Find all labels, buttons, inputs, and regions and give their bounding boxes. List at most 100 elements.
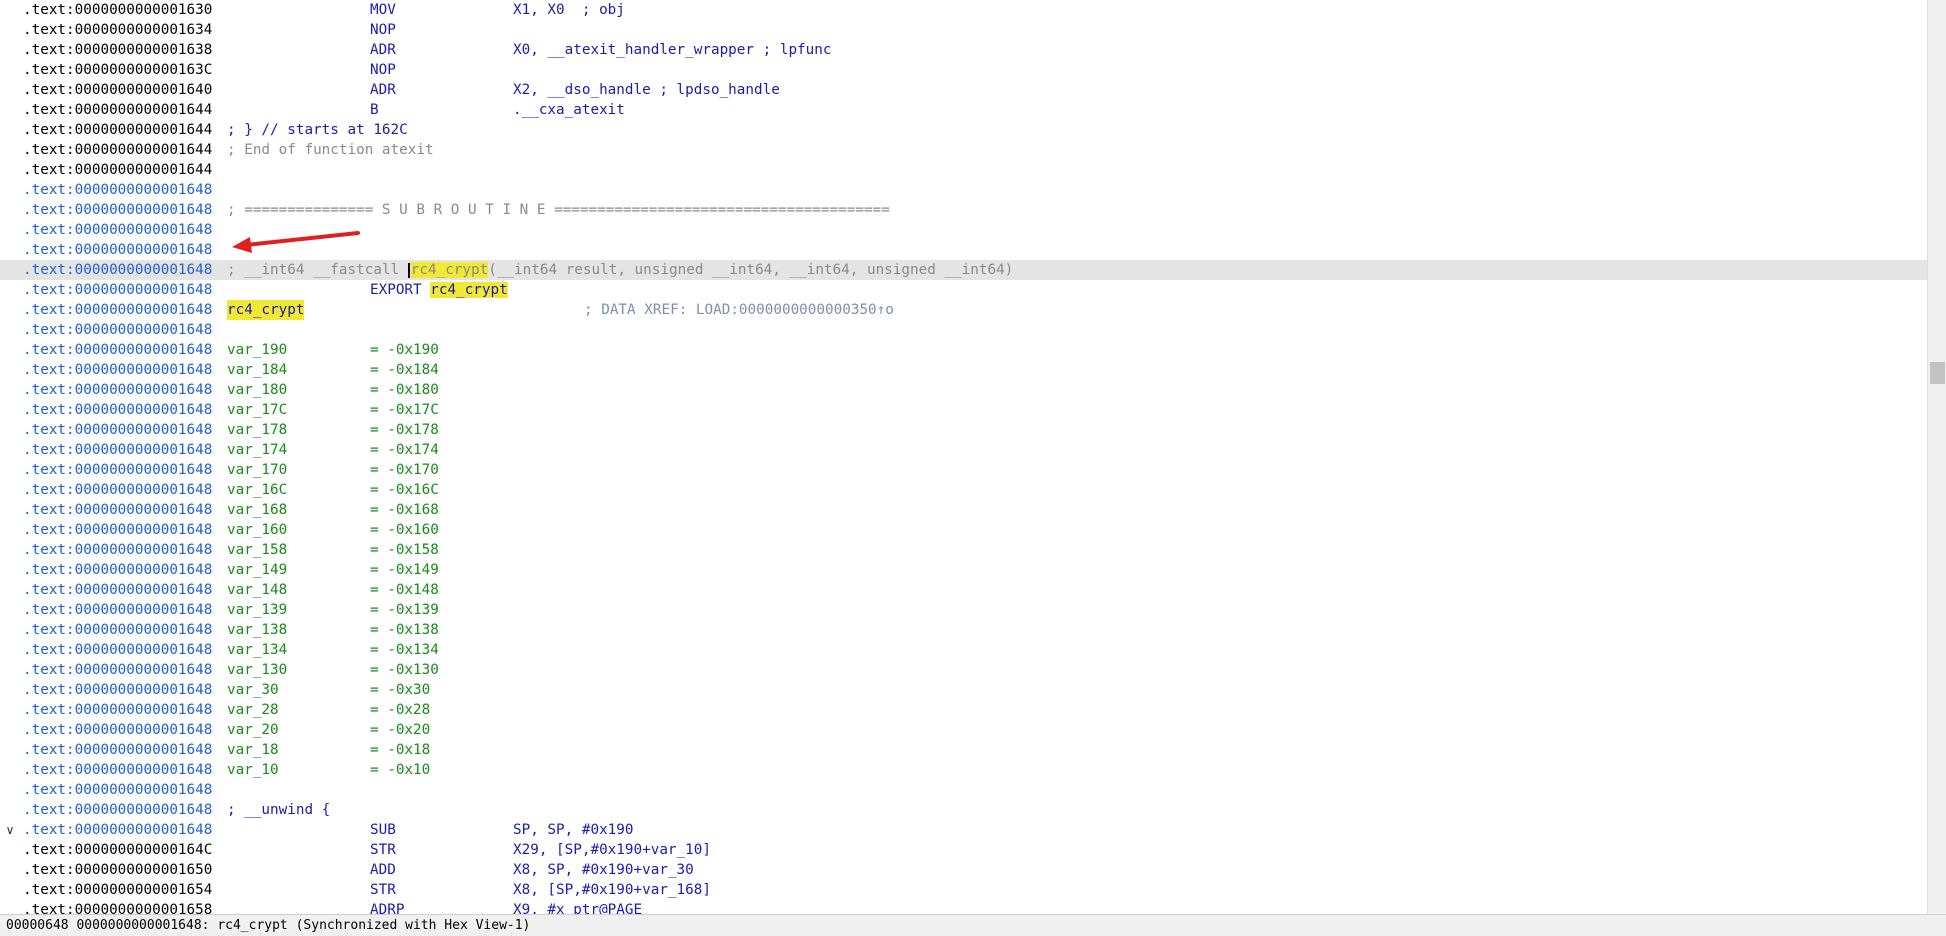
line-address[interactable]: .text:0000000000001648 xyxy=(23,340,212,360)
line-address[interactable]: .text:0000000000001650 xyxy=(23,860,212,880)
vertical-scrollbar[interactable] xyxy=(1927,0,1946,914)
disasm-line[interactable]: .text:0000000000001648 var_149 = -0x149 xyxy=(0,560,1927,580)
line-address[interactable]: .text:0000000000001648 xyxy=(23,800,212,820)
disasm-line[interactable]: .text:0000000000001648 var_178 = -0x178 xyxy=(0,420,1927,440)
disasm-line[interactable]: .text:0000000000001648 var_18 = -0x18 xyxy=(0,740,1927,760)
line-address[interactable]: .text:0000000000001648 xyxy=(23,700,212,720)
instruction-mnemonic[interactable]: ADR xyxy=(370,40,396,60)
disasm-line[interactable]: .text:0000000000001648 var_174 = -0x174 xyxy=(0,440,1927,460)
stack-variable-name[interactable]: var_180 xyxy=(227,380,287,400)
disasm-line[interactable]: .text:0000000000001648 ; __unwind { xyxy=(0,800,1927,820)
disasm-line[interactable]: .text:0000000000001644 xyxy=(0,160,1927,180)
line-address[interactable]: .text:0000000000001648 xyxy=(23,540,212,560)
line-address[interactable]: .text:0000000000001648 xyxy=(23,380,212,400)
disasm-line[interactable]: .text:0000000000001650 ADD X8, SP, #0x190+… xyxy=(0,860,1927,880)
stack-variable-name[interactable]: var_10 xyxy=(227,760,279,780)
line-address[interactable]: .text:0000000000001648 xyxy=(23,560,212,580)
instruction-operands[interactable]: .__cxa_atexit xyxy=(513,100,625,120)
disasm-line[interactable]: .text:0000000000001648 var_160 = -0x160 xyxy=(0,520,1927,540)
line-address[interactable]: .text:0000000000001648 xyxy=(23,360,212,380)
line-address[interactable]: .text:0000000000001640 xyxy=(23,80,212,100)
line-address[interactable]: .text:000000000000164C xyxy=(23,840,212,860)
line-address[interactable]: .text:0000000000001648 xyxy=(23,780,212,800)
instruction-mnemonic[interactable]: NOP xyxy=(370,60,396,80)
stack-variable-name[interactable]: var_134 xyxy=(227,640,287,660)
disasm-line[interactable]: .text:0000000000001648 var_190 = -0x190 xyxy=(0,340,1927,360)
line-address[interactable]: .text:0000000000001644 xyxy=(23,100,212,120)
line-address[interactable]: .text:0000000000001648 xyxy=(23,620,212,640)
disasm-line[interactable]: .text:0000000000001648 var_17C = -0x17C xyxy=(0,400,1927,420)
disasm-line[interactable]: .text:0000000000001648 var_168 = -0x168 xyxy=(0,500,1927,520)
instruction-mnemonic[interactable]: SUB xyxy=(370,820,396,840)
stack-variable-name[interactable]: var_149 xyxy=(227,560,287,580)
disasm-line[interactable]: .text:0000000000001634 NOP xyxy=(0,20,1927,40)
disasm-line[interactable]: .text:0000000000001644 ; End of function … xyxy=(0,140,1927,160)
data-xref-comment[interactable]: ; DATA XREF: LOAD:0000000000000350↑o xyxy=(584,300,894,320)
instruction-mnemonic[interactable]: STR xyxy=(370,880,396,900)
disasm-line[interactable]: .text:0000000000001630 MOV X1, X0 ; obj xyxy=(0,0,1927,20)
disasm-line[interactable]: .text:0000000000001648 ; =============== … xyxy=(0,200,1927,220)
disasm-line[interactable]: .text:000000000000164C STR X29, [SP,#0x190… xyxy=(0,840,1927,860)
line-address[interactable]: .text:0000000000001648 xyxy=(23,820,212,840)
line-address[interactable]: .text:0000000000001648 xyxy=(23,580,212,600)
instruction-operands[interactable]: X29, [SP,#0x190+var_10] xyxy=(513,840,711,860)
stack-variable-name[interactable]: var_139 xyxy=(227,600,287,620)
line-address[interactable]: .text:0000000000001644 xyxy=(23,140,212,160)
disasm-line[interactable]: .text:0000000000001648 var_180 = -0x180 xyxy=(0,380,1927,400)
stack-variable-name[interactable]: var_170 xyxy=(227,460,287,480)
line-address[interactable]: .text:0000000000001648 xyxy=(23,600,212,620)
line-address[interactable]: .text:0000000000001644 xyxy=(23,160,212,180)
collapse-chevron-icon[interactable]: ∨ xyxy=(0,820,20,840)
disassembly-view[interactable]: .text:0000000000001630 MOV X1, X0 ; obj .te… xyxy=(0,0,1927,914)
prototype-function-name[interactable]: rc4_crypt xyxy=(410,262,489,278)
instruction-mnemonic[interactable]: ADD xyxy=(370,860,396,880)
line-address[interactable]: .text:0000000000001648 xyxy=(23,200,212,220)
line-address[interactable]: .text:0000000000001648 xyxy=(23,220,212,240)
disasm-line[interactable]: .text:0000000000001648 xyxy=(0,780,1927,800)
instruction-operands[interactable]: X9, #x_ptr@PAGE xyxy=(513,900,642,914)
stack-variable-name[interactable]: var_158 xyxy=(227,540,287,560)
stack-variable-name[interactable]: var_168 xyxy=(227,500,287,520)
stack-variable-name[interactable]: var_160 xyxy=(227,520,287,540)
instruction-mnemonic[interactable]: NOP xyxy=(370,20,396,40)
disasm-line[interactable]: .text:0000000000001648 var_158 = -0x158 xyxy=(0,540,1927,560)
stack-variable-name[interactable]: var_148 xyxy=(227,580,287,600)
disasm-line[interactable]: .text:0000000000001648 var_139 = -0x139 xyxy=(0,600,1927,620)
line-address[interactable]: .text:0000000000001648 xyxy=(23,320,212,340)
instruction-mnemonic[interactable]: STR xyxy=(370,840,396,860)
instruction-operands[interactable]: X8, SP, #0x190+var_30 xyxy=(513,860,694,880)
instruction-operands[interactable]: X1, X0 ; obj xyxy=(513,0,625,20)
stack-variable-name[interactable]: var_174 xyxy=(227,440,287,460)
disasm-line[interactable]: .text:0000000000001648 var_20 = -0x20 xyxy=(0,720,1927,740)
line-address[interactable]: .text:0000000000001630 xyxy=(23,0,212,20)
stack-variable-name[interactable]: var_184 xyxy=(227,360,287,380)
line-address[interactable]: .text:0000000000001648 xyxy=(23,280,212,300)
line-address[interactable]: .text:0000000000001644 xyxy=(23,120,212,140)
disasm-line[interactable]: .text:0000000000001648 var_184 = -0x184 xyxy=(0,360,1927,380)
line-address[interactable]: .text:0000000000001648 xyxy=(23,500,212,520)
disasm-line[interactable]: .text:0000000000001648 var_10 = -0x10 xyxy=(0,760,1927,780)
instruction-mnemonic[interactable]: MOV xyxy=(370,0,396,20)
disasm-line[interactable]: ∨ .text:0000000000001648 SUB SP, SP, #0x190 xyxy=(0,820,1927,840)
function-label[interactable]: rc4_crypt xyxy=(227,300,305,320)
instruction-mnemonic[interactable]: EXPORT rc4_crypt xyxy=(370,280,508,300)
stack-variable-name[interactable]: var_18 xyxy=(227,740,279,760)
disasm-line[interactable]: .text:0000000000001648 xyxy=(0,180,1927,200)
line-address[interactable]: .text:0000000000001658 xyxy=(23,900,212,914)
line-address[interactable]: .text:0000000000001648 xyxy=(23,660,212,680)
line-address[interactable]: .text:0000000000001648 xyxy=(23,180,212,200)
line-address[interactable]: .text:0000000000001638 xyxy=(23,40,212,60)
line-address[interactable]: .text:0000000000001648 xyxy=(23,680,212,700)
disasm-line[interactable]: .text:0000000000001654 STR X8, [SP,#0x190+… xyxy=(0,880,1927,900)
line-address[interactable]: .text:0000000000001634 xyxy=(23,20,212,40)
stack-variable-name[interactable]: var_28 xyxy=(227,700,279,720)
instruction-mnemonic[interactable]: B xyxy=(370,100,379,120)
stack-variable-name[interactable]: var_138 xyxy=(227,620,287,640)
stack-variable-name[interactable]: var_16C xyxy=(227,480,287,500)
function-prototype[interactable]: ; __int64 __fastcall rc4_crypt(__int64 r… xyxy=(227,260,1013,280)
disasm-line[interactable]: .text:0000000000001648 var_148 = -0x148 xyxy=(0,580,1927,600)
line-address[interactable]: .text:0000000000001648 xyxy=(23,640,212,660)
disasm-line[interactable]: .text:0000000000001644 B .__cxa_atexit xyxy=(0,100,1927,120)
line-address[interactable]: .text:0000000000001648 xyxy=(23,240,212,260)
line-address[interactable]: .text:0000000000001648 xyxy=(23,420,212,440)
